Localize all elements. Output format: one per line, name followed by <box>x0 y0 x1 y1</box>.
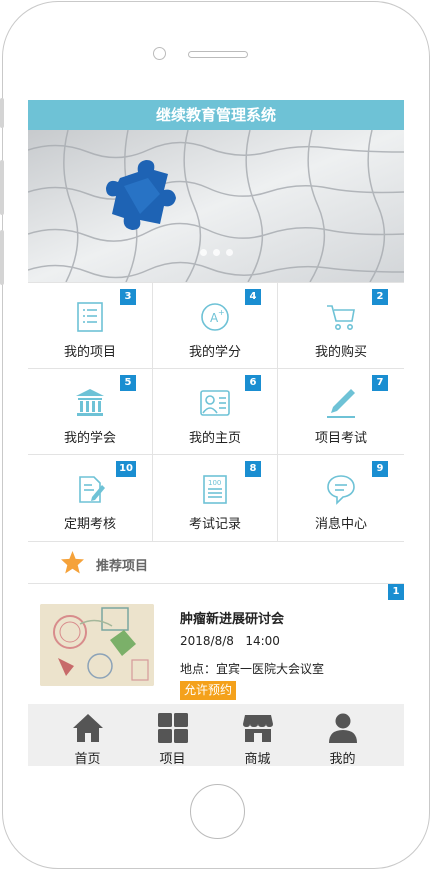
count-badge: 6 <box>245 375 261 391</box>
menu-item-project-exam[interactable]: 项目考试 7 <box>278 369 404 455</box>
project-location: 地点：宜宾一医院大会议室 <box>180 662 325 676</box>
speaker <box>188 51 248 58</box>
tab-store[interactable]: 商城 <box>215 704 300 766</box>
score-record-icon: 100 <box>203 475 227 504</box>
profile-card-icon <box>200 390 230 416</box>
count-badge: 8 <box>245 461 261 477</box>
menu-item-message-center[interactable]: 消息中心 9 <box>278 455 404 542</box>
app-title: 继续教育管理系统 <box>28 100 404 130</box>
app-screen: 继续教育管理系统 我的项目 3 A + 我的学分 4 我的购买 2 我的学会 5… <box>28 100 404 766</box>
tab-label: 我的 <box>329 752 356 766</box>
menu-item-my-purchases[interactable]: 我的购买 2 <box>278 283 404 369</box>
tab-projects[interactable]: 项目 <box>130 704 215 766</box>
menu-label: 我的学分 <box>188 345 241 360</box>
list-icon <box>77 302 103 332</box>
chat-bubble-icon <box>327 475 355 505</box>
menu-label: 我的购买 <box>314 345 367 360</box>
store-icon <box>242 715 273 742</box>
recommend-header: 推荐项目 <box>28 542 404 584</box>
menu-label: 我的主页 <box>188 431 241 446</box>
tab-home[interactable]: 首页 <box>45 704 130 766</box>
count-badge: 7 <box>372 375 388 391</box>
menu-item-exam-records[interactable]: 100 考试记录 8 <box>153 455 278 542</box>
cart-icon <box>327 305 355 330</box>
institution-icon <box>76 389 104 416</box>
menu-label: 我的项目 <box>63 345 116 360</box>
banner-carousel[interactable] <box>28 130 404 282</box>
count-badge: 9 <box>372 461 388 477</box>
edit-document-icon <box>79 476 105 503</box>
project-date: 2018/8/8 14:00 <box>180 634 280 648</box>
menu-item-periodic-assessment[interactable]: 定期考核 10 <box>28 455 153 542</box>
user-icon <box>328 713 357 743</box>
grid-icon <box>157 713 188 743</box>
menu-item-my-societies[interactable]: 我的学会 5 <box>28 369 153 455</box>
menu-grid: 我的项目 3 A + 我的学分 4 我的购买 2 我的学会 5 我的主页 6 项目… <box>28 282 404 542</box>
count-badge: 3 <box>120 289 136 305</box>
menu-label: 考试记录 <box>188 517 241 532</box>
side-button <box>0 230 4 285</box>
carousel-dots[interactable] <box>28 241 404 260</box>
menu-label: 项目考试 <box>314 431 367 446</box>
count-badge: 10 <box>116 461 136 477</box>
home-icon <box>72 714 103 742</box>
side-button <box>0 98 4 128</box>
menu-item-my-projects[interactable]: 我的项目 3 <box>28 283 153 369</box>
camera <box>153 47 166 60</box>
project-name: 肿瘤新进展研讨会 <box>180 612 285 627</box>
count-badge: 4 <box>245 289 261 305</box>
project-card[interactable]: 1 肿瘤新进展研讨会 2018/8/8 14:00 地点：宜宾一医院大会议室 允… <box>28 584 404 708</box>
project-thumbnail <box>40 604 154 686</box>
tab-label: 商城 <box>244 752 271 766</box>
count-badge: 2 <box>372 289 388 305</box>
menu-label: 我的学会 <box>63 431 116 446</box>
side-button <box>0 160 4 215</box>
recommend-title: 推荐项目 <box>96 559 149 574</box>
book-button[interactable]: 允许预约 <box>180 681 237 700</box>
menu-label: 消息中心 <box>314 517 367 532</box>
grade-icon: A + <box>201 303 229 331</box>
tab-label: 项目 <box>159 752 186 766</box>
menu-label: 定期考核 <box>63 517 116 532</box>
svg-text:+: + <box>218 308 225 317</box>
menu-item-my-credits[interactable]: A + 我的学分 4 <box>153 283 278 369</box>
count-badge: 1 <box>388 584 404 600</box>
pen-icon <box>327 389 355 418</box>
home-button[interactable] <box>190 784 245 839</box>
menu-item-my-homepage[interactable]: 我的主页 6 <box>153 369 278 455</box>
tab-label: 首页 <box>74 752 101 766</box>
tab-mine[interactable]: 我的 <box>300 704 385 766</box>
star-icon <box>61 551 84 574</box>
count-badge: 5 <box>120 375 136 391</box>
svg-text:100: 100 <box>208 479 221 487</box>
bottom-tab-bar: 首页 项目 商城 我的 <box>28 704 404 766</box>
